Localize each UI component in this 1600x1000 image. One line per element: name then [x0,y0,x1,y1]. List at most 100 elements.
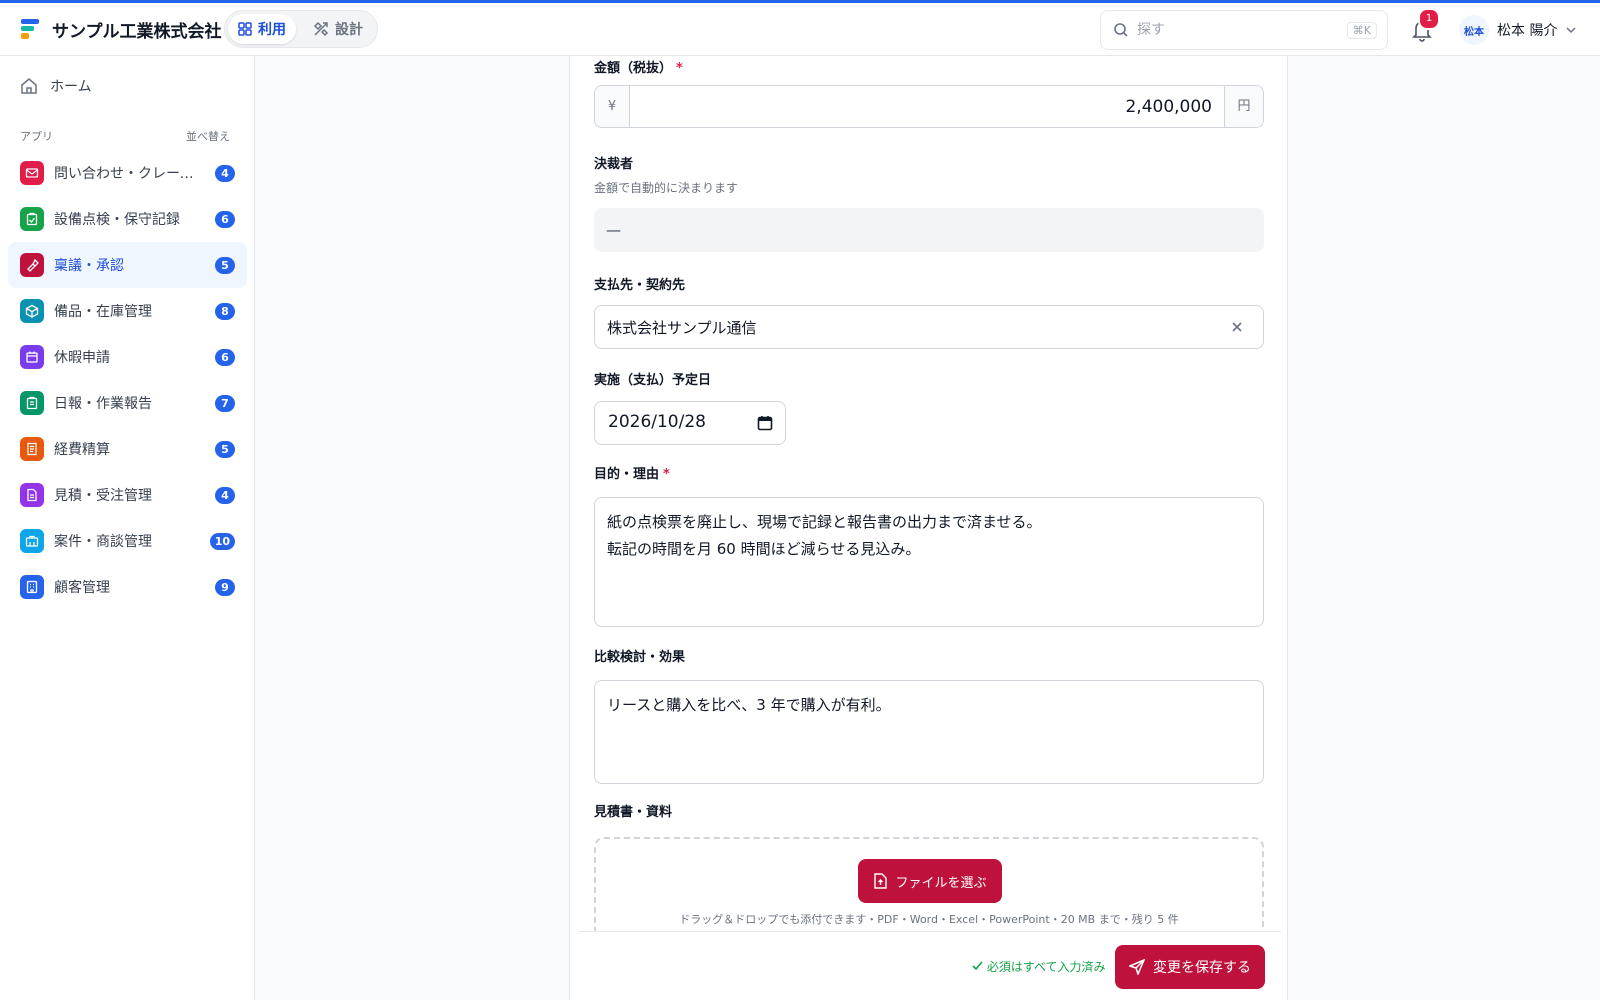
sidebar-item-count: 6 [215,349,235,366]
mail-icon [20,161,44,185]
sidebar-item-count: 5 [215,257,235,274]
sidebar-item-label: 見積・受注管理 [54,488,152,504]
receipt-icon [20,437,44,461]
sidebar-item-app[interactable]: 案件・商談管理 10 [8,518,247,564]
mode-switch: 利用 設計 [224,10,378,48]
sort-button[interactable]: 並べ替え [186,128,230,144]
sidebar-item-app[interactable]: 日報・作業報告 7 [8,380,247,426]
compare-text: リースと購入を比べ、3 年で購入が有利。 [607,696,891,714]
purpose-textarea[interactable]: 紙の点検票を廃止し、現場で記録と報告書の出力まで済ませる。 転記の時間を月 60… [594,497,1264,627]
mode-design-label: 設計 [335,22,363,38]
compare-label: 比較検討・効果 [594,650,686,665]
clear-icon[interactable] [1226,316,1248,338]
calendar-icon [20,345,44,369]
sidebar-item-label: 備品・在庫管理 [54,304,152,320]
building-icon [20,575,44,599]
required-mark: * [676,61,683,76]
choose-file-button[interactable]: ファイルを選ぶ [858,859,1002,903]
mode-design-button[interactable]: 設計 [303,14,373,44]
approver-hint: 金額で自動的に決まります [594,181,739,195]
sidebar-item-label: 日報・作業報告 [54,396,152,412]
tools-icon [313,21,329,37]
sidebar: ホーム アプリ 並べ替え 問い合わせ・クレーム管理 4 設備点検・保守記録 6 稟議・承… [0,56,255,1000]
save-button-label: 変更を保存する [1153,960,1251,976]
sidebar-item-count: 4 [215,487,235,504]
dropzone-note: ドラッグ＆ドロップでも添付できます・PDF・Word・Excel・PowerPo… [679,913,1179,926]
search-input[interactable] [1137,20,1337,40]
sidebar-item-app[interactable]: 経費精算 5 [8,426,247,472]
mode-use-button[interactable]: 利用 [228,14,296,44]
app-nav-list: 問い合わせ・クレーム管理 4 設備点検・保守記録 6 稟議・承認 5 備品・在庫管理 8 休暇申… [8,150,247,610]
sidebar-item-app[interactable]: 備品・在庫管理 8 [8,288,247,334]
sidebar-item-count: 6 [215,211,235,228]
sidebar-item-app[interactable]: 稟議・承認 5 [8,242,247,288]
check-icon [972,961,983,971]
date-value: 2026/10/28 [608,412,706,432]
amount-prefix: ¥ [595,86,630,127]
sidebar-home-label: ホーム [50,79,92,95]
box-icon [20,299,44,323]
sidebar-item-label: 設備点検・保守記録 [54,212,180,228]
sidebar-item-label: 休暇申請 [54,350,110,366]
send-icon [1129,959,1145,975]
sidebar-item-label: 案件・商談管理 [54,534,152,550]
sidebar-item-count: 4 [215,165,235,182]
save-button[interactable]: 変更を保存する [1115,945,1265,989]
amount-field: ¥ 円 [594,85,1264,128]
sidebar-item-label: 経費精算 [54,442,110,458]
attach-label: 見積書・資料 [594,805,673,820]
sidebar-item-app[interactable]: 設備点検・保守記録 6 [8,196,247,242]
date-input[interactable]: 2026/10/28 [594,401,786,445]
calendar-icon[interactable] [757,415,773,431]
user-name: 松本 陽介 [1497,23,1558,39]
required-mark: * [663,467,670,482]
validation-status-text: 必須はすべて入力済み [986,960,1106,974]
clipboard-icon [20,391,44,415]
sidebar-item-app[interactable]: 顧客管理 9 [8,564,247,610]
app-logo-icon [21,19,39,39]
sidebar-item-app[interactable]: 見積・受注管理 4 [8,472,247,518]
sidebar-item-count: 10 [209,533,235,550]
approver-value: — [594,208,1264,252]
sidebar-item-app[interactable]: 休暇申請 6 [8,334,247,380]
form-card: 金額（税抜）* ¥ 円 決裁者 金額で自動的に決まります — 支払先・契約先 実… [569,56,1288,1000]
notification-badge: 1 [1418,8,1440,30]
clipboard-check-icon [20,207,44,231]
purpose-label: 目的・理由 * [594,467,670,482]
sidebar-item-count: 5 [215,441,235,458]
amount-label: 金額（税抜） * [594,61,683,76]
app-header: サンプル工業株式会社 利用 設計 ⌘K 1 松本 松本 陽介 [0,3,1600,56]
file-upload-icon [874,873,888,889]
amount-input[interactable] [631,86,1224,127]
sidebar-item-label: 顧客管理 [54,580,110,596]
apps-section-header: アプリ 並べ替え [20,128,230,144]
user-menu[interactable]: 松本 松本 陽介 [1459,15,1577,45]
document-icon [20,483,44,507]
approver-label: 決裁者 [594,157,634,172]
sidebar-item-label: 稟議・承認 [54,258,124,274]
sidebar-home[interactable]: ホーム [20,76,92,96]
date-label: 実施（支払）予定日 [594,373,712,388]
home-icon [21,78,37,94]
chevron-down-icon [1566,27,1576,34]
sidebar-item-label: 問い合わせ・クレーム管理 [54,166,204,182]
avatar: 松本 [1459,15,1489,45]
payee-label: 支払先・契約先 [594,278,686,293]
form-footer: 必須はすべて入力済み 変更を保存する [578,931,1281,1000]
stamp-icon [20,253,44,277]
apps-section-label: アプリ [20,130,53,143]
purpose-line: 紙の点検票を廃止し、現場で記録と報告書の出力まで済ませる。 [607,513,1042,531]
search-box: ⌘K [1100,10,1388,50]
payee-input[interactable] [594,305,1264,349]
amount-suffix: 円 [1224,86,1263,127]
sidebar-item-count: 9 [215,579,235,596]
mode-use-label: 利用 [258,22,286,38]
validation-status: 必須はすべて入力済み [972,958,1106,975]
search-icon [1114,23,1128,37]
compare-textarea[interactable]: リースと購入を比べ、3 年で購入が有利。 [594,680,1264,784]
choose-file-label: ファイルを選ぶ [895,875,987,891]
sidebar-item-count: 7 [215,395,235,412]
sidebar-item-count: 8 [215,303,235,320]
sidebar-item-app[interactable]: 問い合わせ・クレーム管理 4 [8,150,247,196]
search-shortcut: ⌘K [1346,22,1377,39]
